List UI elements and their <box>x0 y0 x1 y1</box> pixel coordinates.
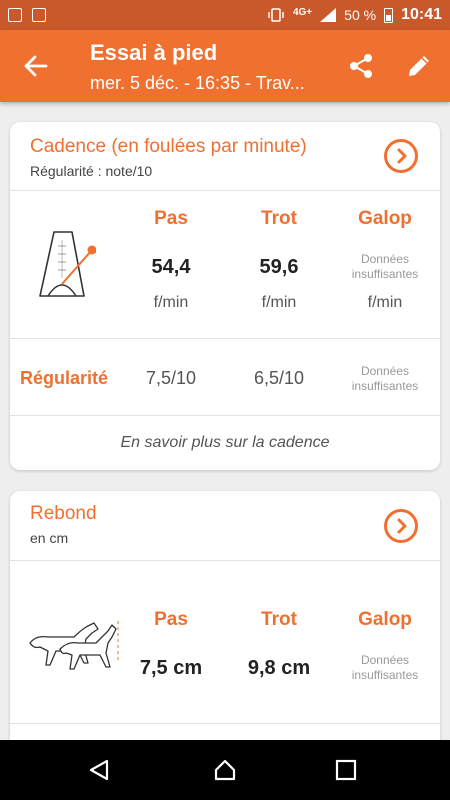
column-galop: Galop <box>358 609 412 630</box>
chevron-right-icon <box>397 518 407 534</box>
learn-more-cadence-link[interactable]: En savoir plus sur la cadence <box>10 434 440 452</box>
session-subtitle: mer. 5 déc. - 16:35 - Trav... <box>90 73 305 93</box>
cadence-pas-unit: f/min <box>153 294 189 311</box>
rebond-details-button[interactable] <box>384 509 418 543</box>
rebond-pas-value: 7,5 cm <box>139 657 203 679</box>
network-type: 4G+ <box>292 6 313 18</box>
signal-icon <box>320 8 337 22</box>
divider <box>10 190 440 191</box>
edit-pencil-icon[interactable] <box>405 52 433 80</box>
vibrate-icon <box>268 8 284 22</box>
share-icon[interactable] <box>347 52 375 80</box>
regularity-galop-insufficient: Données insuffisantes <box>351 364 419 393</box>
rebond-galop-insufficient: Données insuffisantes <box>351 653 419 682</box>
cadence-card: Cadence (en foulées par minute) Régulari… <box>10 122 440 470</box>
divider <box>10 415 440 416</box>
metronome-icon <box>39 231 96 297</box>
chevron-right-icon <box>397 148 407 164</box>
divider <box>10 723 440 724</box>
regularity-pas-value: 7,5/10 <box>145 368 197 388</box>
regularity-trot-value: 6,5/10 <box>253 368 305 388</box>
column-galop: Galop <box>358 208 412 229</box>
cadence-trot-value: 59,6 <box>259 256 299 278</box>
cadence-trot-unit: f/min <box>261 294 297 311</box>
battery-icon <box>384 7 394 23</box>
column-pas: Pas <box>154 208 188 229</box>
rebond-card: Rebond en cm Pas Trot Galop 7,5 cm 9,8 c… <box>10 491 440 751</box>
navigation-bar <box>0 740 450 800</box>
back-arrow-icon[interactable] <box>22 52 50 80</box>
regularity-label: Régularité <box>20 368 109 388</box>
column-pas: Pas <box>154 609 188 630</box>
rebond-trot-value: 9,8 cm <box>247 657 311 679</box>
app-notification-icon <box>8 8 22 22</box>
cadence-subtitle: Régularité : note/10 <box>30 163 153 179</box>
divider <box>10 338 440 339</box>
home-icon[interactable] <box>213 758 237 782</box>
rebond-subtitle: en cm <box>30 530 69 546</box>
column-trot: Trot <box>261 609 297 630</box>
app-bar: Essai à pied mer. 5 déc. - 16:35 - Trav.… <box>0 30 450 102</box>
back-triangle-icon[interactable] <box>87 758 111 782</box>
cadence-title: Cadence (en foulées par minute) <box>30 136 307 157</box>
cadence-galop-unit: f/min <box>367 294 403 311</box>
horse-bounce-icon <box>29 621 119 670</box>
page-title: Essai à pied <box>90 40 218 65</box>
cadence-pas-value: 54,4 <box>151 256 191 278</box>
column-trot: Trot <box>261 208 297 229</box>
clock: 10:41 <box>401 6 442 23</box>
battery-text: 50 % <box>344 7 377 23</box>
image-notification-icon <box>32 8 46 22</box>
cadence-galop-insufficient: Données insuffisantes <box>351 252 419 281</box>
cadence-details-button[interactable] <box>384 139 418 173</box>
recent-apps-icon[interactable] <box>334 758 358 782</box>
divider <box>10 560 440 561</box>
status-bar: 4G+ 50 % 10:41 <box>0 0 450 30</box>
rebond-title: Rebond <box>30 503 97 524</box>
